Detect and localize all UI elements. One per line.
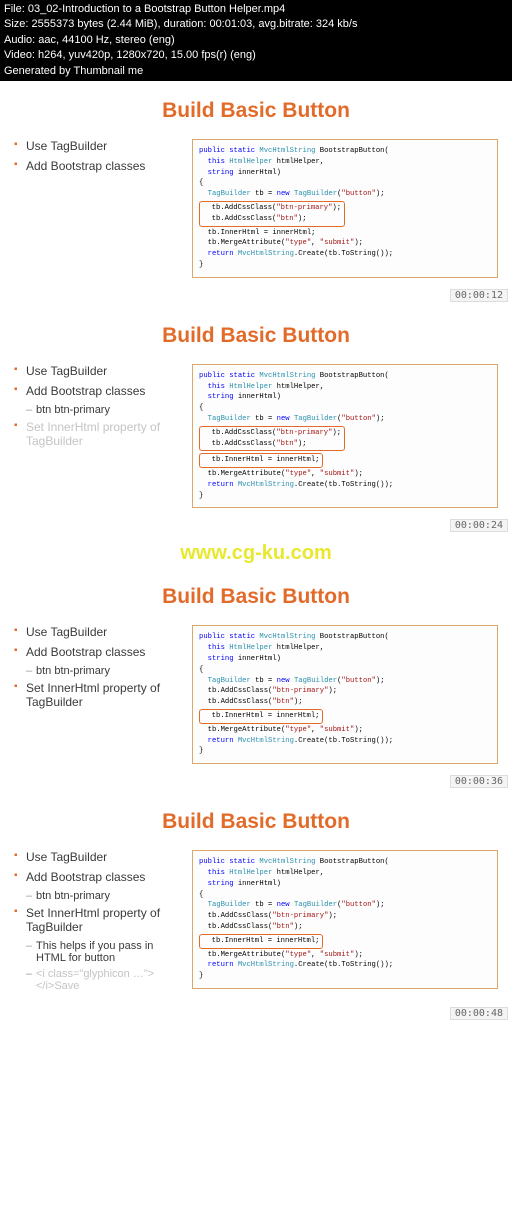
- bullet-item: btn btn-primary: [14, 665, 184, 677]
- meta-video: Video: h264, yuv420p, 1280x720, 15.00 fp…: [4, 48, 508, 63]
- bullet-item: Add Bootstrap classes: [14, 870, 184, 884]
- video-metadata: File: 03_02-Introduction to a Bootstrap …: [0, 0, 512, 81]
- bullet-item: btn btn-primary: [14, 890, 184, 902]
- thumbnail-grid: Build Basic Button Use TagBuilder Add Boo…: [0, 81, 512, 1024]
- slide-title: Build Basic Button: [14, 324, 498, 348]
- meta-audio: Audio: aac, 44100 Hz, stereo (eng): [4, 33, 508, 48]
- timestamp-badge: 00:00:36: [450, 775, 508, 788]
- code-snippet: public static MvcHtmlString BootstrapBut…: [192, 364, 498, 509]
- timestamp-badge: 00:00:48: [450, 1007, 508, 1020]
- bullet-item: Use TagBuilder: [14, 139, 184, 153]
- meta-file: File: 03_02-Introduction to a Bootstrap …: [4, 2, 508, 17]
- thumbnail-slide: Build Basic Button Use TagBuilder Add Boo…: [0, 306, 512, 537]
- bullet-item: Add Bootstrap classes: [14, 159, 184, 173]
- bullet-item: This helps if you pass in HTML for butto…: [14, 940, 184, 964]
- bullet-item: Set InnerHtml property of TagBuilder: [14, 420, 184, 448]
- bullet-item: Add Bootstrap classes: [14, 645, 184, 659]
- code-snippet: public static MvcHtmlString BootstrapBut…: [192, 625, 498, 764]
- watermark: www.cg-ku.com: [0, 536, 512, 567]
- slide-title: Build Basic Button: [14, 810, 498, 834]
- meta-generator: Generated by Thumbnail me: [4, 64, 508, 79]
- bullet-list: Use TagBuilder Add Bootstrap classes btn b…: [14, 364, 184, 454]
- code-snippet: public static MvcHtmlString BootstrapBut…: [192, 139, 498, 278]
- bullet-item: Use TagBuilder: [14, 625, 184, 639]
- thumbnail-slide: Build Basic Button Use TagBuilder Add Boo…: [0, 792, 512, 1024]
- bullet-list: Use TagBuilder Add Bootstrap classes btn b…: [14, 850, 184, 996]
- bullet-item: Use TagBuilder: [14, 364, 184, 378]
- bullet-item: Add Bootstrap classes: [14, 384, 184, 398]
- thumbnail-slide: Build Basic Button Use TagBuilder Add Boo…: [0, 81, 512, 306]
- timestamp-badge: 00:00:24: [450, 519, 508, 532]
- timestamp-badge: 00:00:12: [450, 289, 508, 302]
- bullet-list: Use TagBuilder Add Bootstrap classes: [14, 139, 184, 179]
- bullet-item: Use TagBuilder: [14, 850, 184, 864]
- bullet-item: <i class="glyphicon …"></i>Save: [14, 968, 184, 992]
- bullet-item: Set InnerHtml property of TagBuilder: [14, 906, 184, 934]
- bullet-list: Use TagBuilder Add Bootstrap classes btn b…: [14, 625, 184, 715]
- meta-size: Size: 2555373 bytes (2.44 MiB), duration…: [4, 17, 508, 32]
- slide-title: Build Basic Button: [14, 99, 498, 123]
- code-snippet: public static MvcHtmlString BootstrapBut…: [192, 850, 498, 989]
- thumbnail-slide: Build Basic Button Use TagBuilder Add Boo…: [0, 567, 512, 792]
- bullet-item: Set InnerHtml property of TagBuilder: [14, 681, 184, 709]
- slide-title: Build Basic Button: [14, 585, 498, 609]
- bullet-item: btn btn-primary: [14, 404, 184, 416]
